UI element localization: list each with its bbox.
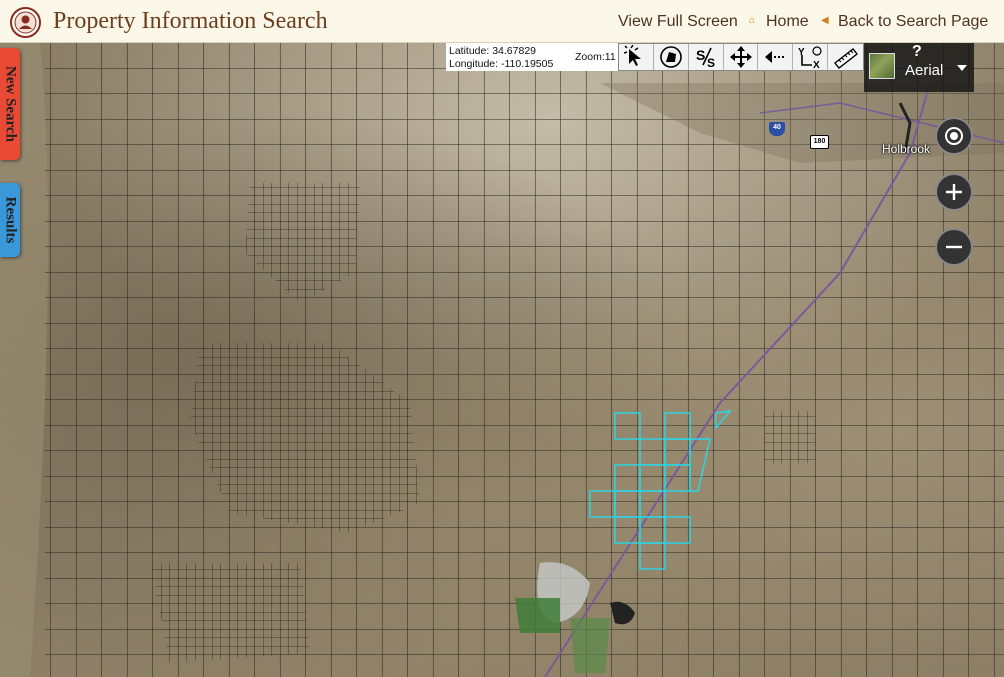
locate-button[interactable] xyxy=(937,119,971,153)
swipe-tool-button[interactable]: S S xyxy=(689,44,724,70)
longitude-readout: Longitude: -110.19505 xyxy=(449,58,554,70)
previous-extent-button[interactable] xyxy=(758,44,794,70)
measure-tool-button[interactable] xyxy=(828,44,863,70)
pan-tool-button[interactable] xyxy=(724,44,759,70)
zoom-out-button[interactable] xyxy=(937,230,971,264)
map-toolbar: S S Y X xyxy=(618,43,864,71)
latitude-readout: Latitude: 34.67829 xyxy=(449,45,536,57)
place-label-holbrook: Holbrook xyxy=(882,142,931,156)
app-header: Property Information Search View Full Sc… xyxy=(0,0,1004,43)
page-title: Property Information Search xyxy=(53,8,328,34)
basemap-selector[interactable]: ? Aerial xyxy=(864,43,974,92)
basemap-thumbnail xyxy=(869,53,895,79)
new-search-tab-label: New Search xyxy=(2,66,19,142)
identify-cursor-icon xyxy=(623,45,641,66)
view-full-screen-link[interactable]: View Full Screen xyxy=(618,13,738,31)
home-link[interactable]: Home xyxy=(766,13,809,31)
polygon-select-button[interactable] xyxy=(654,44,689,70)
aerial-map xyxy=(0,43,1004,677)
chevron-down-icon xyxy=(957,65,967,71)
measure-ruler-icon xyxy=(833,48,858,69)
results-tab[interactable]: Results xyxy=(0,183,20,257)
pan-icon xyxy=(729,46,752,68)
county-seal-icon xyxy=(10,7,41,38)
interstate-shield: 40 xyxy=(769,122,785,136)
xy-coordinate-icon: Y X xyxy=(798,46,822,69)
zoom-in-button[interactable] xyxy=(937,175,971,209)
us-route-shield: 180 xyxy=(810,135,829,149)
help-icon[interactable]: ? xyxy=(912,43,922,61)
minus-icon xyxy=(946,245,962,249)
map-canvas[interactable]: Holbrook 40 180 xyxy=(0,43,1004,677)
new-search-tab[interactable]: New Search xyxy=(0,48,20,160)
svg-text:X: X xyxy=(813,60,820,69)
basemap-label: Aerial xyxy=(905,62,944,79)
polygon-select-icon xyxy=(659,46,682,68)
identify-tool-button[interactable] xyxy=(619,44,654,70)
svg-text:S: S xyxy=(707,56,715,69)
locate-icon xyxy=(945,127,963,145)
back-extent-icon xyxy=(765,51,787,63)
back-arrow-icon: ◀ xyxy=(821,15,829,26)
results-tab-label: Results xyxy=(2,196,19,244)
svg-text:S: S xyxy=(696,47,705,63)
zoom-level-readout: Zoom:11 xyxy=(568,43,618,71)
home-icon: ⌂ xyxy=(749,15,756,26)
back-to-search-link[interactable]: Back to Search Page xyxy=(838,13,988,31)
xy-coordinate-button[interactable]: Y X xyxy=(793,44,829,70)
swipe-icon: S S xyxy=(696,47,715,69)
plus-icon xyxy=(946,184,962,200)
coordinate-readout: Latitude: 34.67829 Longitude: -110.19505 xyxy=(446,43,568,71)
